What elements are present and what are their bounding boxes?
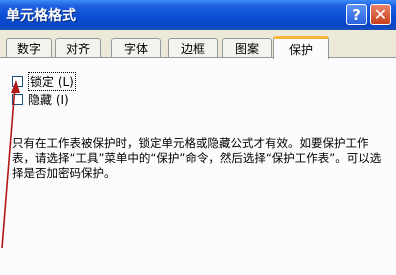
tab-protection[interactable]: 保护	[273, 36, 329, 59]
protection-description: 只有在工作表被保护时，锁定单元格或隐藏公式才有效。如要保护工作表，请选择“工具”…	[12, 136, 382, 180]
